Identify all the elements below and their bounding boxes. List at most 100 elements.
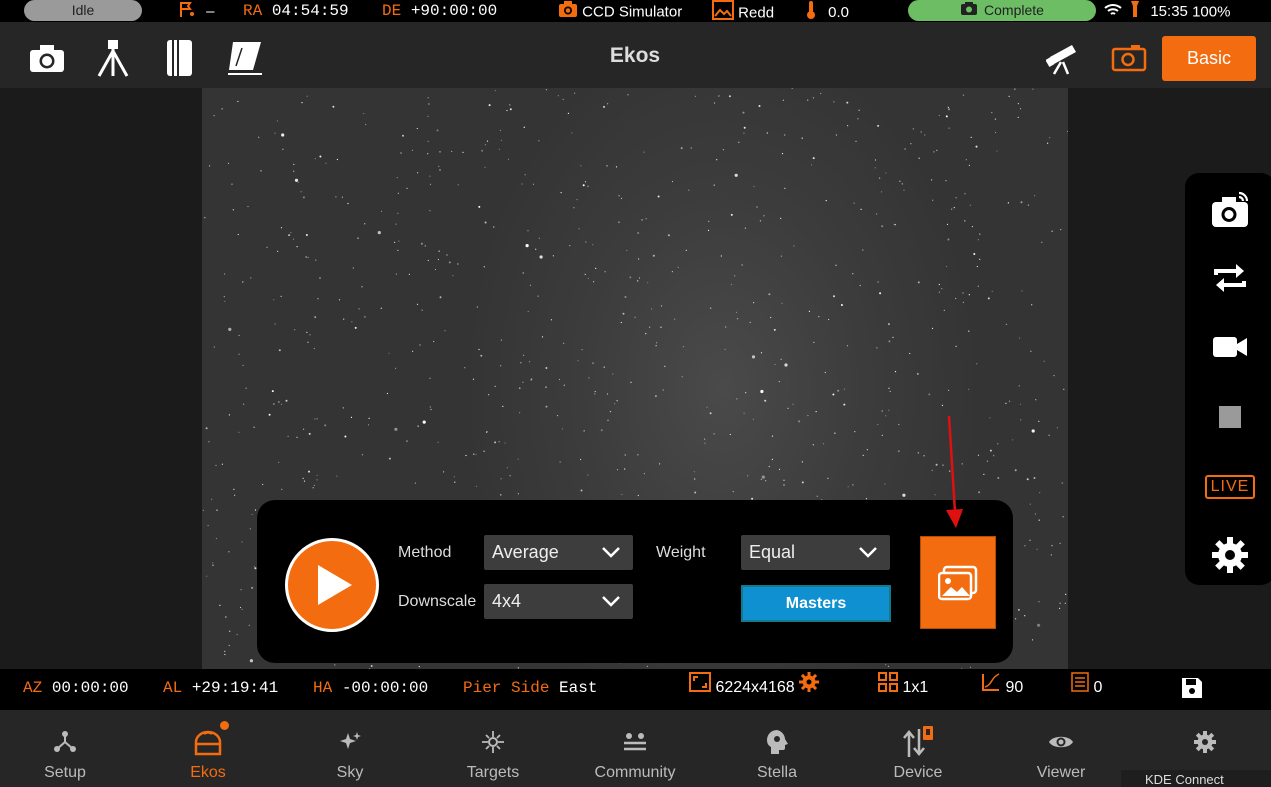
- star: [1014, 469, 1017, 472]
- star: [1062, 516, 1064, 518]
- star: [364, 316, 366, 318]
- star: [580, 165, 582, 167]
- star: [237, 100, 239, 103]
- nav-ekos[interactable]: Ekos: [148, 710, 268, 787]
- method-dropdown[interactable]: Average: [484, 535, 633, 570]
- star: [308, 470, 310, 473]
- stop-icon[interactable]: [1207, 395, 1253, 439]
- star: [302, 477, 304, 479]
- telescope-icon[interactable]: [1043, 38, 1083, 78]
- star: [324, 424, 327, 427]
- star: [976, 265, 978, 268]
- star: [211, 498, 213, 500]
- star: [1012, 439, 1014, 441]
- live-stack-button[interactable]: LIVE: [1204, 465, 1256, 509]
- nav-stella[interactable]: Stella: [717, 710, 837, 787]
- star: [876, 347, 878, 349]
- star: [902, 493, 906, 497]
- downscale-dropdown[interactable]: 4x4: [484, 584, 633, 619]
- star: [742, 111, 745, 114]
- video-icon[interactable]: [1207, 325, 1253, 369]
- top-toolbar: Ekos Basic: [0, 22, 1271, 88]
- star: [313, 484, 315, 486]
- star: [718, 95, 720, 97]
- preview-capture-icon[interactable]: [1207, 188, 1253, 232]
- start-stack-button[interactable]: [285, 538, 379, 632]
- star: [945, 115, 948, 118]
- star: [1014, 88, 1016, 90]
- star: [808, 310, 811, 312]
- weight-dropdown[interactable]: Equal: [741, 535, 890, 570]
- settings-gear-icon[interactable]: [1207, 533, 1253, 577]
- star: [509, 104, 511, 106]
- star: [977, 239, 979, 241]
- masters-button[interactable]: Masters: [741, 585, 891, 622]
- star: [422, 420, 426, 424]
- select-images-button[interactable]: [920, 536, 996, 629]
- star: [498, 148, 500, 150]
- star: [481, 149, 484, 152]
- star: [600, 429, 603, 432]
- star: [943, 309, 945, 311]
- weight-value: Equal: [749, 542, 796, 562]
- star: [273, 299, 275, 301]
- az-label: AZ: [23, 679, 43, 697]
- star: [545, 367, 548, 369]
- notes-module-icon[interactable]: [159, 38, 199, 78]
- star: [395, 273, 397, 275]
- nav-targets[interactable]: Targets: [433, 710, 553, 787]
- star: [743, 412, 745, 414]
- star: [395, 367, 397, 369]
- nav-viewer[interactable]: Viewer: [1001, 710, 1121, 787]
- star: [500, 365, 502, 367]
- save-icon[interactable]: [1181, 669, 1203, 710]
- star: [638, 277, 641, 279]
- filter-indicator: Redd: [712, 0, 774, 22]
- nav-device[interactable]: Device: [858, 710, 978, 787]
- star: [1060, 229, 1062, 231]
- star: [881, 410, 883, 412]
- star: [343, 318, 345, 320]
- capture-module-icon[interactable]: [27, 38, 67, 78]
- nav-community[interactable]: Community: [575, 710, 695, 787]
- nav-sky[interactable]: Sky: [290, 710, 410, 787]
- star: [473, 453, 475, 455]
- star: [965, 159, 967, 161]
- flat-module-icon[interactable]: [225, 38, 265, 78]
- star: [524, 174, 526, 176]
- star: [395, 223, 397, 225]
- binning-readout: 1x1: [878, 669, 928, 710]
- star: [996, 150, 998, 152]
- star: [316, 474, 318, 476]
- nav-setup[interactable]: Setup: [5, 710, 125, 787]
- star: [834, 432, 836, 434]
- star: [916, 372, 919, 375]
- star: [215, 537, 217, 540]
- star: [736, 311, 738, 313]
- star: [239, 606, 242, 609]
- star: [760, 352, 763, 354]
- star: [545, 89, 547, 91]
- camera-outline-icon[interactable]: [1109, 38, 1149, 78]
- star: [522, 381, 524, 383]
- star: [538, 140, 540, 142]
- gain-readout: 90: [981, 669, 1023, 710]
- star: [1048, 434, 1050, 436]
- basic-mode-button[interactable]: Basic: [1162, 36, 1256, 81]
- nav-label: Viewer: [1036, 764, 1086, 781]
- star: [314, 316, 317, 319]
- star: [938, 291, 941, 293]
- star: [336, 158, 338, 161]
- gear-icon[interactable]: [799, 669, 820, 707]
- star: [811, 164, 813, 166]
- loop-icon[interactable]: [1207, 256, 1253, 300]
- star: [215, 464, 217, 467]
- star: [1038, 420, 1040, 422]
- star: [708, 220, 710, 222]
- star: [1049, 137, 1051, 139]
- star: [242, 364, 244, 366]
- mount-module-icon[interactable]: [93, 38, 133, 78]
- star: [780, 217, 782, 219]
- star: [747, 475, 749, 477]
- star: [563, 384, 565, 386]
